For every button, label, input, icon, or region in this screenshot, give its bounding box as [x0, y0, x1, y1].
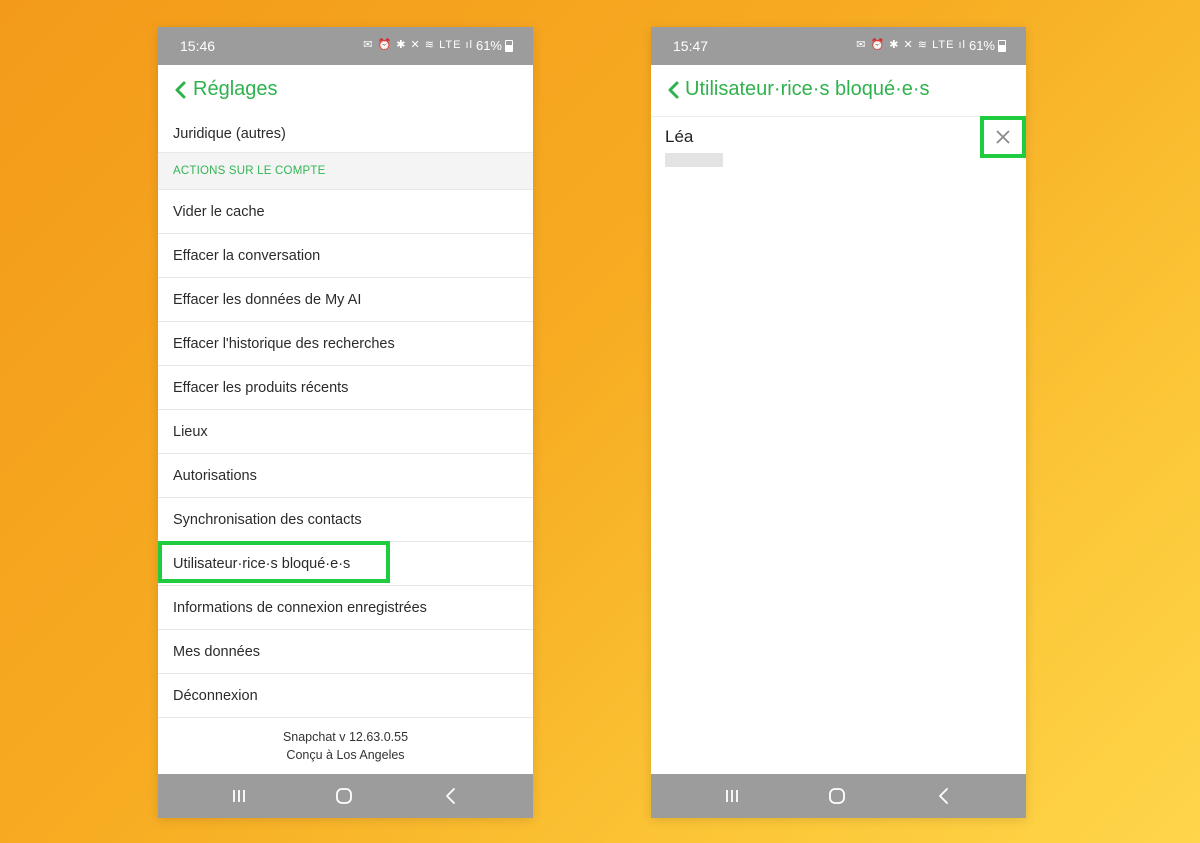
app-version: Snapchat v 12.63.0.55: [282, 730, 409, 744]
unblock-button[interactable]: [980, 116, 1026, 158]
settings-item-my-data[interactable]: Mes données: [158, 630, 533, 674]
app-origin: Conçu à Los Angeles: [286, 748, 405, 762]
status-bar: 15:46 ✉ ⏰ ✱ ✕ ≋ LTE ıl 61%: [158, 27, 533, 65]
settings-item-blocked-users[interactable]: Utilisateur·rice·s bloqué·e·s: [158, 541, 533, 586]
status-icons: ✉ ⏰ ✱ ✕ ≋ LTE ıl: [363, 39, 473, 51]
blocked-users-header: Utilisateur·rice·s bloqué·e·s: [651, 65, 1026, 117]
settings-item-label: Utilisateur·rice·s bloqué·e·s: [173, 555, 351, 572]
settings-item-clear-search-history[interactable]: Effacer l'historique des recherches: [158, 322, 533, 366]
chevron-left-icon[interactable]: [665, 79, 685, 101]
settings-item-clear-cache[interactable]: Vider le cache: [158, 190, 533, 234]
settings-item-saved-login-info[interactable]: Informations de connexion enregistrées: [158, 586, 533, 630]
page-title: Utilisateur·rice·s bloqué·e·s: [685, 78, 930, 100]
settings-item-locations[interactable]: Lieux: [158, 410, 533, 454]
settings-item-clear-recent-products[interactable]: Effacer les produits récents: [158, 366, 533, 410]
settings-item-label: Autorisations: [173, 467, 257, 484]
blocked-user-username-placeholder: [665, 153, 723, 167]
settings-item-label: Informations de connexion enregistrées: [173, 599, 427, 616]
settings-item-contact-sync[interactable]: Synchronisation des contacts: [158, 498, 533, 542]
battery-icon: [505, 39, 513, 52]
section-header-label: ACTIONS SUR LE COMPTE: [173, 165, 326, 177]
settings-item-label: Effacer les produits récents: [173, 379, 349, 396]
settings-item-label: Déconnexion: [173, 687, 258, 704]
battery-level: 61%: [475, 38, 502, 53]
battery-indicator: 61%: [969, 38, 1006, 53]
settings-item-label: Vider le cache: [173, 203, 265, 220]
settings-item-clear-conversation[interactable]: Effacer la conversation: [158, 234, 533, 278]
close-icon: [996, 130, 1010, 144]
recents-icon[interactable]: [722, 786, 742, 806]
settings-item-label: Synchronisation des contacts: [173, 511, 362, 528]
blocked-user-item: Léa: [665, 127, 723, 167]
app-footer: Snapchat v 12.63.0.55 Conçu à Los Angele…: [158, 728, 533, 774]
settings-item-label: Mes données: [173, 643, 261, 660]
settings-item-label: Juridique (autres): [173, 126, 286, 142]
status-time: 15:47: [673, 38, 709, 54]
status-time: 15:46: [180, 38, 216, 54]
settings-item-label: Effacer la conversation: [173, 247, 321, 264]
settings-screen: 15:46 ✉ ⏰ ✱ ✕ ≋ LTE ıl 61% Réglages Juri…: [158, 27, 533, 818]
back-nav-icon[interactable]: [441, 786, 461, 806]
section-header-account-actions: ACTIONS SUR LE COMPTE: [158, 153, 533, 190]
battery-icon: [998, 39, 1006, 52]
recents-icon[interactable]: [229, 786, 249, 806]
settings-item-clear-my-ai-data[interactable]: Effacer les données de My AI: [158, 278, 533, 322]
battery-level: 61%: [968, 38, 995, 53]
blocked-users-screen: 15:47 ✉ ⏰ ✱ ✕ ≋ LTE ıl 61% Utilisateur·r…: [651, 27, 1026, 818]
android-nav-bar: [651, 774, 1026, 818]
home-icon[interactable]: [827, 786, 847, 806]
android-nav-bar: [158, 774, 533, 818]
back-nav-icon[interactable]: [934, 786, 954, 806]
home-icon[interactable]: [334, 786, 354, 806]
chevron-left-icon[interactable]: [172, 79, 192, 101]
battery-indicator: 61%: [476, 38, 513, 53]
settings-header: Réglages: [158, 65, 533, 117]
settings-item-logout[interactable]: Déconnexion: [158, 674, 533, 718]
status-bar: 15:47 ✉ ⏰ ✱ ✕ ≋ LTE ıl 61%: [651, 27, 1026, 65]
settings-item-label: Lieux: [173, 423, 208, 440]
settings-item-label: Effacer l'historique des recherches: [173, 335, 395, 352]
blocked-user-name: Léa: [665, 127, 694, 146]
page-title: Réglages: [193, 78, 278, 100]
settings-list: Juridique (autres) ACTIONS SUR LE COMPTE…: [158, 116, 533, 718]
settings-item-permissions[interactable]: Autorisations: [158, 454, 533, 498]
status-icons: ✉ ⏰ ✱ ✕ ≋ LTE ıl: [856, 39, 966, 51]
settings-item-juridique[interactable]: Juridique (autres): [158, 116, 533, 153]
settings-item-label: Effacer les données de My AI: [173, 291, 362, 308]
